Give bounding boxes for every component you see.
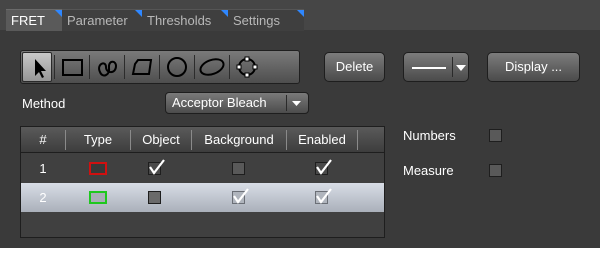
object-checkbox[interactable] (148, 191, 161, 204)
fret-panel: FRET Parameter Thresholds Settings Delet… (0, 0, 600, 248)
rectangle-type-icon (89, 191, 107, 204)
checkmark-icon (316, 159, 332, 175)
tool-separator (124, 55, 125, 79)
line-style-sample (412, 67, 446, 69)
tab-corner-marker (135, 10, 142, 17)
rectangle-icon (62, 59, 83, 76)
tool-separator (194, 55, 195, 79)
ellipse-icon (199, 58, 225, 76)
display-button[interactable]: Display ... (487, 52, 580, 82)
rectangle-tool-button[interactable] (57, 52, 87, 82)
tab-parameter[interactable]: Parameter (62, 9, 142, 31)
ellipse-tool-button[interactable] (197, 52, 227, 82)
freehand-tool-button[interactable] (92, 52, 122, 82)
arrow-tool-button[interactable] (22, 52, 52, 82)
circle-tool-button[interactable] (162, 52, 192, 82)
tool-separator (54, 55, 55, 79)
rectangle-type-icon (89, 162, 107, 175)
tab-corner-marker (55, 10, 62, 17)
object-checkbox[interactable] (148, 159, 165, 175)
table-header: # Type Object Background Enabled (21, 127, 384, 153)
measure-checkbox[interactable] (489, 164, 502, 177)
numbers-label: Numbers (403, 128, 456, 143)
column-header-number[interactable]: # (21, 127, 65, 153)
checkmark-icon (149, 159, 165, 175)
method-value: Acceptor Bleach (172, 95, 267, 110)
numbers-checkbox[interactable] (489, 129, 502, 142)
chevron-down-icon (456, 65, 466, 71)
tab-label: Settings (233, 13, 280, 28)
row-number: 1 (39, 161, 47, 176)
tool-separator (229, 55, 230, 79)
tab-label: Thresholds (147, 13, 212, 28)
dropdown-divider (286, 95, 287, 111)
column-header-type[interactable]: Type (66, 127, 130, 153)
circle-icon (167, 57, 187, 77)
tab-settings[interactable]: Settings (228, 9, 304, 31)
background-checkbox[interactable] (232, 188, 249, 204)
column-header-object[interactable]: Object (131, 127, 191, 153)
table-row[interactable]: 1 (21, 154, 384, 183)
checkmark-icon (316, 188, 332, 204)
table-row-selected[interactable]: 2 (21, 183, 384, 212)
polygon-icon (131, 59, 153, 75)
tool-separator (159, 55, 160, 79)
row-number: 2 (39, 190, 47, 205)
arrow-icon (35, 59, 46, 78)
shape-toolbar (20, 50, 300, 84)
tab-corner-marker (297, 10, 304, 17)
checkmark-icon (233, 188, 249, 204)
enabled-checkbox[interactable] (315, 188, 332, 204)
closed-spline-tool-button[interactable] (232, 52, 262, 82)
dropdown-divider (452, 57, 453, 77)
method-select[interactable]: Acceptor Bleach (165, 92, 309, 114)
tab-fret[interactable]: FRET (6, 9, 62, 31)
chevron-down-icon (292, 101, 301, 106)
tool-separator (89, 55, 90, 79)
column-header-enabled[interactable]: Enabled (287, 127, 357, 153)
freehand-icon (98, 60, 118, 77)
tab-corner-marker (221, 10, 228, 17)
line-style-dropdown[interactable] (403, 52, 469, 82)
enabled-checkbox[interactable] (315, 159, 332, 175)
tab-bar: FRET Parameter Thresholds Settings (0, 0, 600, 31)
closed-spline-icon (236, 56, 258, 78)
tab-label: FRET (11, 13, 45, 28)
measure-label: Measure (403, 163, 454, 178)
column-header-background[interactable]: Background (192, 127, 286, 153)
delete-button[interactable]: Delete (324, 52, 385, 82)
roi-table: # Type Object Background Enabled 1 2 (20, 126, 385, 238)
column-divider (357, 130, 358, 150)
method-label: Method (22, 96, 66, 111)
tab-thresholds[interactable]: Thresholds (142, 9, 228, 31)
background-checkbox[interactable] (232, 162, 245, 175)
polygon-tool-button[interactable] (127, 52, 157, 82)
tab-label: Parameter (67, 13, 128, 28)
